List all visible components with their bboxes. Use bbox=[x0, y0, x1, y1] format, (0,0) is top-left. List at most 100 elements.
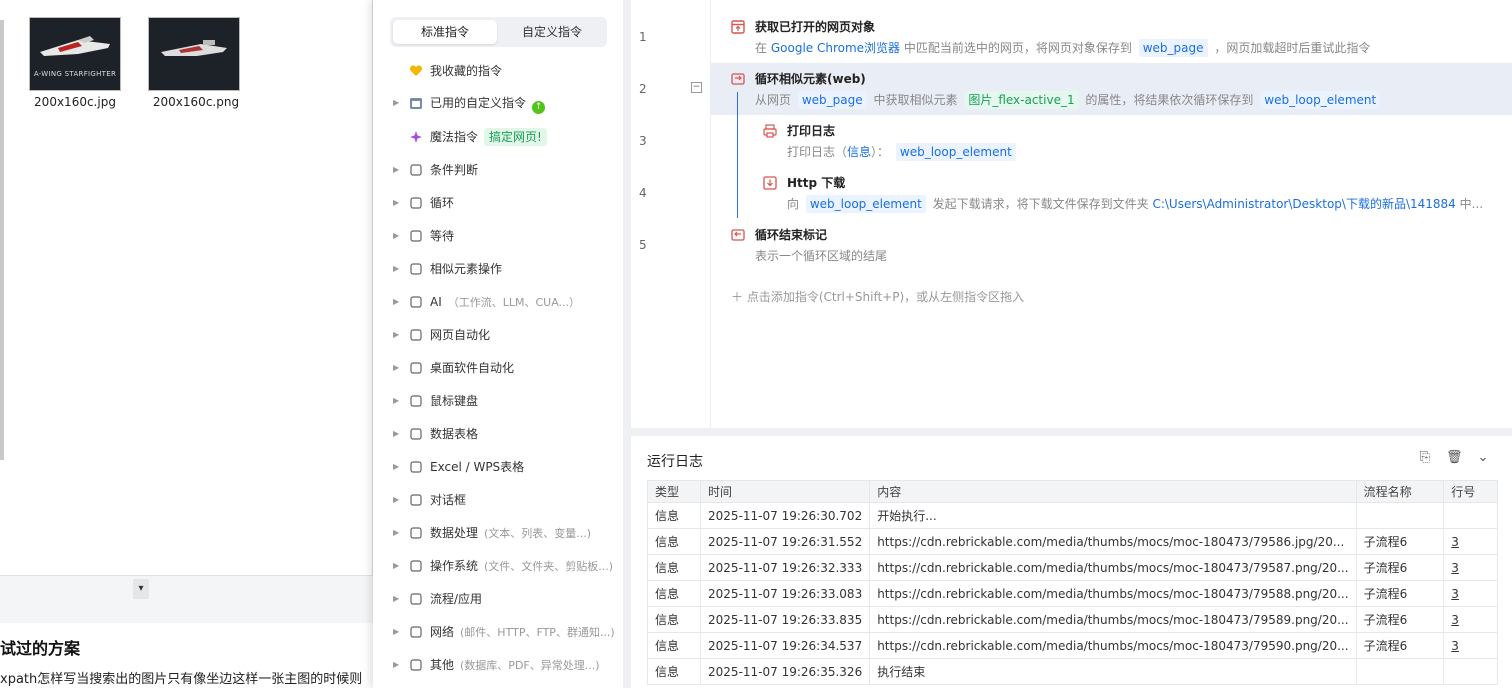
desc-text: ，网页加载超时后重试此指令 bbox=[1214, 41, 1371, 55]
command-category-text: 操作系统 (文件、文件夹、剪贴板...) bbox=[430, 555, 613, 578]
line-number-link[interactable]: 3 bbox=[1451, 613, 1459, 627]
folder-path-link[interactable]: C:\Users\Administrator\Desktop\下载的新品\141… bbox=[1152, 197, 1455, 211]
command-category-item[interactable]: ▶ 网络 (邮件、HTTP、FTP、群通知...) bbox=[393, 621, 618, 643]
trash-icon[interactable]: 🗑 bbox=[1446, 450, 1463, 466]
scrollbar-edge[interactable] bbox=[0, 20, 4, 460]
element-chip[interactable]: 图片_flex-active_1 bbox=[964, 91, 1079, 109]
export-icon[interactable]: ⎘ bbox=[1418, 450, 1432, 466]
command-category-label: 等待 bbox=[430, 229, 455, 243]
add-command-hint[interactable]: ＋ 点击添加指令(Ctrl+Shift+P)，或从左侧指令区拖入 bbox=[731, 288, 1024, 305]
command-category-label: 数据表格 bbox=[430, 427, 479, 441]
log-row[interactable]: 信息 2025-11-07 19:26:33.835 https://cdn.reb… bbox=[646, 606, 1498, 633]
variable-chip[interactable]: web_page bbox=[797, 91, 867, 109]
command-category-item[interactable]: ▶ 流程/应用 bbox=[393, 588, 618, 610]
file-grid: A-WING STARFIGHTER 200x160c.jpg 200x160c… bbox=[0, 0, 373, 575]
log-row[interactable]: 信息 2025-11-07 19:26:34.537 https://cdn.reb… bbox=[646, 632, 1498, 659]
log-cell-line[interactable]: 3 bbox=[1443, 554, 1498, 581]
heart-icon bbox=[409, 65, 423, 76]
step-description: 从网页 web_page 中获取相似元素 图片_flex-active_1 的属… bbox=[755, 90, 1383, 110]
favorites-item[interactable]: 我收藏的指令 bbox=[393, 60, 618, 82]
starfighter-image bbox=[161, 40, 227, 56]
log-cell-content: https://cdn.rebrickable.com/media/thumbs… bbox=[869, 554, 1357, 581]
variable-chip[interactable]: web_loop_element bbox=[895, 143, 1016, 161]
command-category-item[interactable]: ▶ 数据处理 (文本、列表、变量...) bbox=[393, 522, 618, 544]
line-number-link[interactable]: 3 bbox=[1451, 561, 1459, 575]
command-category-item[interactable]: ▶ 相似元素操作 bbox=[393, 258, 618, 280]
command-category-item[interactable]: ▶ 数据表格 bbox=[393, 423, 618, 445]
log-level-link[interactable]: 信息 bbox=[847, 145, 871, 159]
command-category-text: 其他 (数据库、PDF、异常处理...) bbox=[430, 654, 600, 677]
command-category-item[interactable]: ▶ 网页自动化 bbox=[393, 324, 618, 346]
caret-right-icon: ▶ bbox=[393, 264, 400, 273]
log-row[interactable]: 信息 2025-11-07 19:26:31.552 https://cdn.reb… bbox=[646, 528, 1498, 555]
used-custom-item[interactable]: ▶ 已用的自定义指令 ↑ bbox=[393, 92, 618, 114]
command-category-item[interactable]: ▶ 对话框 bbox=[393, 489, 618, 511]
log-cell-line[interactable]: 3 bbox=[1443, 606, 1498, 633]
command-category-hint: （工作流、LLM、CUA...） bbox=[447, 296, 581, 309]
log-cell-line[interactable]: 3 bbox=[1443, 580, 1498, 607]
step-title: 循环相似元素(web) bbox=[755, 72, 866, 86]
browser-link[interactable]: Google Chrome浏览器 bbox=[771, 41, 900, 55]
command-category-item[interactable]: ▶ 循环 bbox=[393, 192, 618, 214]
line-number-link[interactable]: 3 bbox=[1451, 587, 1459, 601]
starfighter-image bbox=[40, 36, 110, 56]
command-tabs: 标准指令 自定义指令 bbox=[390, 17, 607, 47]
caret-right-icon: ▶ bbox=[393, 330, 400, 339]
log-row[interactable]: 信息 2025-11-07 19:26:35.326 执行结束 bbox=[646, 658, 1498, 685]
command-category-item[interactable]: ▶ 条件判断 bbox=[393, 159, 618, 181]
viewer-footer bbox=[0, 575, 373, 623]
run-log-panel: 运行日志 ⎘ 🗑 ⌄ 类型 时间 内容 流程名称 行号 信息 2025-11-07… bbox=[631, 436, 1512, 688]
log-cell-content: https://cdn.rebrickable.com/media/thumbs… bbox=[869, 606, 1357, 633]
loop-scope-line bbox=[737, 92, 738, 218]
monitor-icon bbox=[410, 362, 422, 374]
file-name[interactable]: 200x160c.png bbox=[141, 95, 251, 109]
caret-right-icon: ▶ bbox=[393, 528, 400, 537]
command-category-text: AI （工作流、LLM、CUA...） bbox=[430, 291, 580, 314]
log-cell-flow: 子流程6 bbox=[1355, 632, 1445, 659]
panel-divider[interactable] bbox=[623, 0, 631, 688]
command-category-item[interactable]: ▶ AI （工作流、LLM、CUA...） bbox=[393, 291, 618, 313]
fold-toggle[interactable]: − bbox=[691, 82, 702, 93]
column-header[interactable]: 类型 bbox=[646, 480, 702, 503]
line-number-link[interactable]: 3 bbox=[1451, 535, 1459, 549]
log-cell-time: 2025-11-07 19:26:34.537 bbox=[700, 632, 871, 659]
file-thumbnail-jpg[interactable]: A-WING STARFIGHTER bbox=[29, 17, 121, 91]
arrow-up-icon: ↑ bbox=[532, 101, 546, 114]
calendar-icon bbox=[410, 98, 422, 109]
file-name[interactable]: 200x160c.jpg bbox=[20, 95, 130, 109]
column-header[interactable]: 内容 bbox=[869, 480, 1357, 503]
log-row[interactable]: 信息 2025-11-07 19:26:33.083 https://cdn.reb… bbox=[646, 580, 1498, 607]
column-header[interactable]: 时间 bbox=[700, 480, 871, 503]
line-number: 1 bbox=[639, 30, 647, 44]
file-thumbnail-png[interactable] bbox=[148, 17, 240, 91]
column-header[interactable]: 行号 bbox=[1443, 480, 1498, 503]
ai-icon bbox=[410, 296, 422, 308]
hourglass-icon bbox=[410, 230, 422, 242]
log-cell-line[interactable]: 3 bbox=[1443, 528, 1498, 555]
chevron-down-icon[interactable]: ▾ bbox=[133, 579, 149, 599]
tab-custom[interactable]: 自定义指令 bbox=[500, 20, 604, 44]
command-category-item[interactable]: ▶ Excel / WPS表格 bbox=[393, 456, 618, 478]
caret-right-icon: ▶ bbox=[393, 627, 400, 636]
command-category-item[interactable]: ▶ 等待 bbox=[393, 225, 618, 247]
log-cell-type: 信息 bbox=[646, 658, 702, 685]
command-category-item[interactable]: ▶ 其他 (数据库、PDF、异常处理...) bbox=[393, 654, 618, 676]
chevron-down-icon[interactable]: ⌄ bbox=[1476, 450, 1490, 466]
line-number-link[interactable]: 3 bbox=[1451, 639, 1459, 653]
log-cell-line[interactable] bbox=[1443, 502, 1498, 529]
command-category-item[interactable]: ▶ 鼠标键盘 bbox=[393, 390, 618, 412]
command-category-item[interactable]: ▶ 操作系统 (文件、文件夹、剪贴板...) bbox=[393, 555, 618, 577]
magic-item[interactable]: 魔法指令 搞定网页! bbox=[393, 126, 618, 148]
log-row[interactable]: 信息 2025-11-07 19:26:32.333 https://cdn.reb… bbox=[646, 554, 1498, 581]
tab-standard[interactable]: 标准指令 bbox=[393, 20, 497, 44]
variable-chip[interactable]: web_loop_element bbox=[805, 195, 926, 213]
log-cell-line[interactable]: 3 bbox=[1443, 632, 1498, 659]
step-description: 向 web_loop_element 发起下载请求，将下载文件保存到文件夹 C:… bbox=[787, 194, 1483, 214]
variable-chip[interactable]: web_page bbox=[1138, 39, 1208, 57]
step-description: 表示一个循环区域的结尾 bbox=[755, 249, 888, 263]
command-category-item[interactable]: ▶ 桌面软件自动化 bbox=[393, 357, 618, 379]
variable-chip[interactable]: web_loop_element bbox=[1260, 91, 1381, 109]
log-cell-line[interactable] bbox=[1443, 658, 1498, 685]
column-header[interactable]: 流程名称 bbox=[1355, 480, 1445, 503]
log-row[interactable]: 信息 2025-11-07 19:26:30.702 开始执行... bbox=[646, 502, 1498, 529]
